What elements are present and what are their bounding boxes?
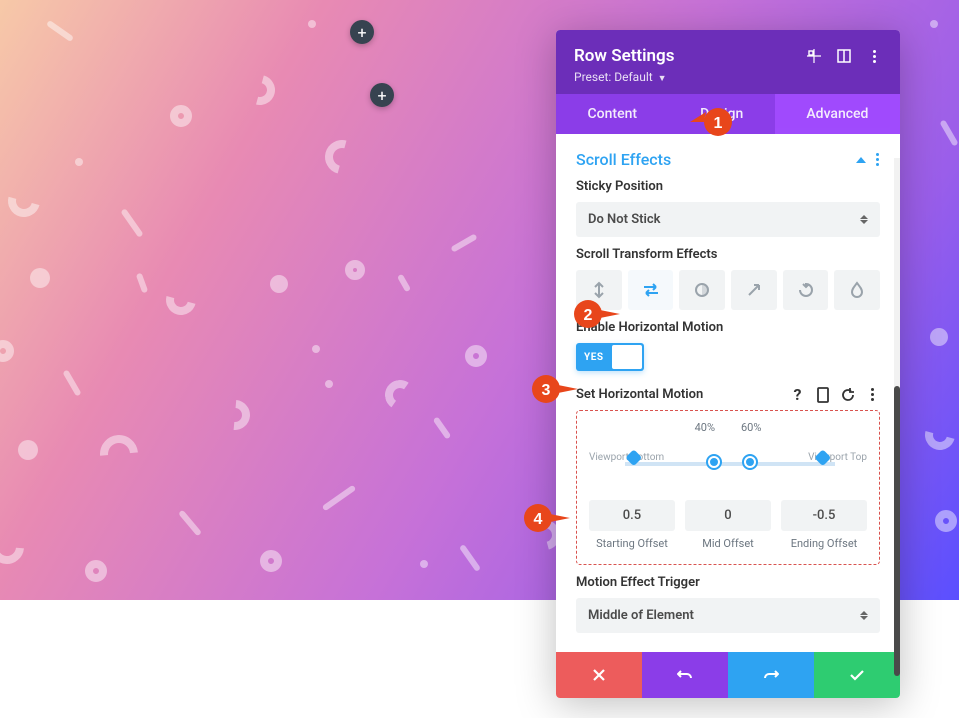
modal-body: Scroll Effects Sticky Position Do Not St… [556,134,900,652]
redo-button[interactable] [728,652,814,698]
modal-menu-icon[interactable] [866,48,882,64]
modal-scrollbar[interactable] [894,158,900,646]
horizontal-motion-effect-button[interactable] [628,270,674,310]
sticky-position-value: Do Not Stick [588,212,661,227]
select-arrows-icon [860,611,868,620]
motion-mid-left-handle[interactable] [708,456,720,468]
motion-effect-trigger-value: Middle of Element [588,608,694,623]
responsive-icon[interactable] [815,387,830,402]
scrollbar-thumb[interactable] [894,386,900,676]
set-horizontal-motion-label: Set Horizontal Motion [576,387,703,402]
tab-advanced[interactable]: Advanced [775,94,900,134]
undo-icon [677,667,693,683]
row-settings-modal: Row Settings Preset: Default ▼ Co [556,30,900,698]
rotate-effect-button[interactable] [783,270,829,310]
scroll-transform-effects [576,270,880,310]
starting-offset-input[interactable]: 0.5 [589,500,675,531]
motion-effect-trigger-select[interactable]: Middle of Element [576,598,880,633]
preset-label: Preset: [574,70,611,84]
enable-horizontal-motion-label: Enable Horizontal Motion [576,320,880,335]
section-title-scroll-effects: Scroll Effects [576,150,671,169]
preset-value: Default [614,70,652,84]
mid-offset-label: Mid Offset [685,537,771,550]
modal-header: Row Settings Preset: Default ▼ [556,30,900,94]
sticky-position-label: Sticky Position [576,179,880,194]
scroll-transform-label: Scroll Transform Effects [576,247,880,262]
toggle-knob [612,345,642,369]
expand-modal-icon[interactable] [836,48,852,64]
ending-offset-label: Ending Offset [781,537,867,550]
option-menu-icon[interactable] [865,387,880,402]
motion-effect-trigger-label: Motion Effect Trigger [576,575,880,590]
redo-icon [763,667,779,683]
cancel-button[interactable] [556,652,642,698]
add-row-button[interactable]: + [370,83,394,107]
starting-offset-label: Starting Offset [589,537,675,550]
motion-mid-right-handle[interactable] [744,456,756,468]
toggle-label: YES [576,352,603,363]
modal-tabs: Content Design Advanced [556,94,900,134]
horizontal-motion-panel: 40% 60% Viewport Bottom Viewport Top 0.5… [576,410,880,565]
add-section-button[interactable]: + [350,20,374,44]
fade-effect-button[interactable] [679,270,725,310]
help-icon[interactable]: ? [790,387,805,402]
motion-range-left: 40% [695,421,715,434]
tab-design[interactable]: Design [669,94,775,134]
motion-range-right: 60% [741,421,761,434]
section-menu-icon[interactable] [876,153,880,166]
caret-down-icon: ▼ [658,74,667,84]
modal-title: Row Settings [574,46,674,66]
close-icon [592,668,606,682]
ending-offset-input[interactable]: -0.5 [781,500,867,531]
mid-offset-input[interactable]: 0 [685,500,771,531]
save-button[interactable] [814,652,900,698]
select-arrows-icon [860,215,868,224]
enable-horizontal-motion-toggle[interactable]: YES [576,343,644,371]
drag-handle-icon[interactable] [806,48,822,64]
motion-range-slider[interactable]: Viewport Bottom Viewport Top [589,440,867,486]
preset-selector[interactable]: Preset: Default ▼ [574,70,882,84]
collapse-section-icon[interactable] [856,157,866,163]
scale-effect-button[interactable] [731,270,777,310]
check-icon [849,667,865,683]
modal-footer [556,652,900,698]
sticky-position-select[interactable]: Do Not Stick [576,202,880,237]
vertical-motion-effect-button[interactable] [576,270,622,310]
undo-button[interactable] [642,652,728,698]
reset-icon[interactable] [840,387,855,402]
blur-effect-button[interactable] [834,270,880,310]
tab-content[interactable]: Content [556,94,669,134]
